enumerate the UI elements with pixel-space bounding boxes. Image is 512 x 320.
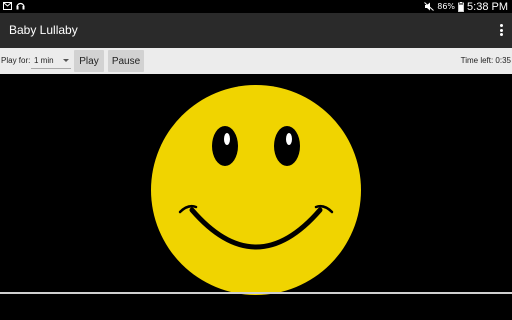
play-button[interactable]: Play	[74, 50, 104, 72]
battery-percent: 86%	[437, 2, 456, 11]
play-for-label: Play for:	[1, 56, 31, 65]
overflow-dot	[499, 33, 503, 36]
time-left: Time left: 0:35	[460, 56, 511, 65]
smiley-face-image	[151, 85, 361, 295]
right-eye	[274, 126, 300, 166]
headphones-icon	[16, 2, 25, 10]
animation-stage[interactable]	[0, 74, 512, 320]
app-title: Baby Lullaby	[9, 23, 78, 37]
chevron-down-icon	[63, 59, 69, 62]
status-time: 5:38 PM	[467, 0, 508, 13]
mail-icon	[3, 1, 12, 10]
status-right: 86% 5:38 PM	[424, 0, 508, 13]
right-eye-highlight	[286, 133, 292, 145]
controls-toolbar: Play for: 1 min Play Pause Time left: 0:…	[0, 48, 512, 74]
overflow-menu-icon[interactable]	[498, 22, 504, 38]
smiley-face-circle	[151, 85, 361, 295]
left-eye-highlight	[224, 133, 230, 145]
duration-value: 1 min	[34, 56, 54, 65]
bottom-divider	[0, 292, 512, 294]
mute-icon	[424, 2, 435, 11]
status-bar: 86% 5:38 PM	[0, 0, 512, 13]
pause-button[interactable]: Pause	[108, 50, 144, 72]
duration-select[interactable]: 1 min	[31, 51, 71, 69]
overflow-dot	[499, 24, 503, 27]
overflow-dot	[499, 28, 503, 32]
battery-icon	[458, 1, 464, 12]
left-eye	[212, 126, 238, 166]
select-underline	[31, 68, 71, 69]
status-left	[3, 1, 25, 10]
app-bar: Baby Lullaby	[0, 13, 512, 48]
